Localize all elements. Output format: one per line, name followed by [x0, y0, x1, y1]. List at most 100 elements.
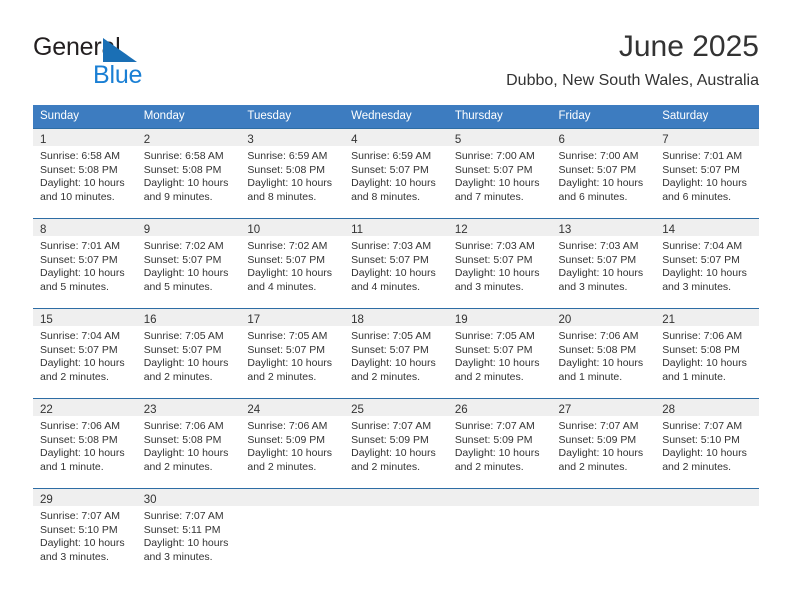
day-cell-inner — [447, 489, 552, 575]
day-number: 28 — [662, 404, 676, 416]
sunrise-text: Sunrise: 7:06 AM — [143, 420, 224, 432]
calendar-day-cell[interactable]: 25 Sunrise: 7:07 AM Sunset: 5:09 PM Dayligh… — [344, 398, 448, 489]
calendar-day-cell[interactable]: 17 Sunrise: 7:05 AM Sunset: 5:07 PM Dayligh… — [240, 308, 345, 399]
calendar-day-cell[interactable]: 1 Sunrise: 6:58 AM Sunset: 5:08 PM Daylight… — [33, 128, 137, 219]
calendar-day-cell[interactable]: 12 Sunrise: 7:03 AM Sunset: 5:07 PM Dayligh… — [447, 218, 552, 309]
calendar-day-cell[interactable]: 16 Sunrise: 7:05 AM Sunset: 5:07 PM Dayligh… — [136, 308, 241, 399]
sunrise-text: Sunrise: 7:07 AM — [662, 420, 743, 432]
day-cell-inner: 29 Sunrise: 7:07 AM Sunset: 5:10 PM Dayligh… — [33, 489, 137, 575]
sunrise-text: Sunrise: 7:02 AM — [247, 240, 328, 252]
calendar-day-cell[interactable]: 26 Sunrise: 7:07 AM Sunset: 5:09 PM Dayligh… — [447, 398, 552, 489]
sunset-text: Sunset: 5:07 PM — [247, 343, 326, 356]
day-cell-inner — [655, 489, 759, 575]
sunrise-text: Sunrise: 6:59 AM — [247, 150, 328, 162]
calendar-day-cell[interactable]: 5 Sunrise: 7:00 AM Sunset: 5:07 PM Daylight… — [447, 128, 552, 219]
brand-logo[interactable]: General Blue — [33, 32, 213, 90]
day-cell-inner: 7 Sunrise: 7:01 AM Sunset: 5:07 PM Daylight… — [655, 129, 759, 218]
daylight-text-line1: Daylight: 10 hours — [143, 177, 229, 190]
daylight-text-line1: Daylight: 10 hours — [662, 177, 747, 190]
page-title: June 2025 — [618, 30, 759, 63]
calendar-week-row: 8 Sunrise: 7:01 AM Sunset: 5:07 PM Daylight… — [33, 218, 759, 309]
day-cell-inner: 12 Sunrise: 7:03 AM Sunset: 5:07 PM Dayligh… — [447, 219, 552, 308]
weekday-header-tuesday: Tuesday — [240, 105, 345, 129]
sunset-text: Sunset: 5:07 PM — [662, 253, 740, 266]
daylight-text-line2: and 3 minutes. — [40, 550, 109, 563]
sunrise-text: Sunrise: 7:04 AM — [662, 240, 743, 252]
sunset-text: Sunset: 5:08 PM — [143, 433, 222, 446]
daylight-text-line1: Daylight: 10 hours — [454, 267, 540, 280]
calendar-day-cell[interactable]: 29 Sunrise: 7:07 AM Sunset: 5:10 PM Dayligh… — [33, 488, 137, 575]
calendar-week-row: 1 Sunrise: 6:58 AM Sunset: 5:08 PM Daylight… — [33, 128, 759, 219]
day-number: 6 — [558, 134, 565, 146]
calendar-day-cell[interactable]: 6 Sunrise: 7:00 AM Sunset: 5:07 PM Daylight… — [551, 128, 656, 219]
daylight-text-line2: and 9 minutes. — [143, 190, 213, 203]
daylight-text-line1: Daylight: 10 hours — [558, 267, 644, 280]
calendar-day-cell[interactable]: 13 Sunrise: 7:03 AM Sunset: 5:07 PM Dayligh… — [551, 218, 656, 309]
calendar-day-cell[interactable]: 30 Sunrise: 7:07 AM Sunset: 5:11 PM Dayligh… — [136, 488, 241, 575]
calendar-day-cell[interactable]: 21 Sunrise: 7:06 AM Sunset: 5:08 PM Dayligh… — [655, 308, 759, 399]
location-subtitle: Dubbo, New South Wales, Australia — [506, 72, 759, 89]
calendar-week-row: 29 Sunrise: 7:07 AM Sunset: 5:10 PM Dayligh… — [33, 488, 759, 575]
day-number-band: 10 — [240, 219, 345, 236]
calendar-day-cell[interactable]: 14 Sunrise: 7:04 AM Sunset: 5:07 PM Dayligh… — [655, 218, 759, 309]
calendar-day-cell[interactable]: 10 Sunrise: 7:02 AM Sunset: 5:07 PM Dayligh… — [240, 218, 345, 309]
sunrise-text: Sunrise: 7:06 AM — [247, 420, 328, 432]
daylight-text-line1: Daylight: 10 hours — [351, 357, 436, 370]
calendar-day-cell[interactable]: 3 Sunrise: 6:59 AM Sunset: 5:08 PM Daylight… — [240, 128, 345, 219]
day-details — [655, 506, 759, 510]
calendar-day-cell[interactable]: 20 Sunrise: 7:06 AM Sunset: 5:08 PM Dayligh… — [551, 308, 656, 399]
daylight-text-line1: Daylight: 10 hours — [558, 447, 644, 460]
triangle-flag-icon — [103, 38, 137, 62]
day-cell-inner: 6 Sunrise: 7:00 AM Sunset: 5:07 PM Daylight… — [551, 129, 656, 218]
calendar-day-cell[interactable]: 27 Sunrise: 7:07 AM Sunset: 5:09 PM Dayligh… — [551, 398, 656, 489]
daylight-text-line2: and 2 minutes. — [558, 460, 628, 473]
daylight-text-line1: Daylight: 10 hours — [40, 357, 125, 370]
daylight-text-line2: and 3 minutes. — [454, 280, 524, 293]
calendar-day-cell[interactable]: 24 Sunrise: 7:06 AM Sunset: 5:09 PM Dayligh… — [240, 398, 345, 489]
day-number-band: 7 — [655, 129, 759, 146]
calendar-day-cell-empty — [655, 488, 759, 575]
calendar-day-cell[interactable]: 7 Sunrise: 7:01 AM Sunset: 5:07 PM Daylight… — [655, 128, 759, 219]
daylight-text-line1: Daylight: 10 hours — [558, 177, 644, 190]
calendar-day-cell[interactable]: 23 Sunrise: 7:06 AM Sunset: 5:08 PM Dayligh… — [136, 398, 241, 489]
sunrise-text: Sunrise: 7:06 AM — [40, 420, 120, 432]
calendar-day-cell[interactable]: 22 Sunrise: 7:06 AM Sunset: 5:08 PM Dayligh… — [33, 398, 137, 489]
daylight-text-line1: Daylight: 10 hours — [247, 267, 333, 280]
calendar-day-cell[interactable]: 15 Sunrise: 7:04 AM Sunset: 5:07 PM Dayligh… — [33, 308, 137, 399]
day-number-band — [240, 489, 345, 506]
day-cell-inner: 1 Sunrise: 6:58 AM Sunset: 5:08 PM Daylight… — [33, 129, 137, 218]
day-details: Sunrise: 6:59 AM Sunset: 5:07 PM Daylight:… — [344, 146, 448, 204]
day-cell-inner: 2 Sunrise: 6:58 AM Sunset: 5:08 PM Daylight… — [136, 129, 241, 218]
calendar-day-cell[interactable]: 11 Sunrise: 7:03 AM Sunset: 5:07 PM Dayligh… — [344, 218, 448, 309]
sunset-text: Sunset: 5:08 PM — [662, 343, 740, 356]
calendar-week-row: 15 Sunrise: 7:04 AM Sunset: 5:07 PM Dayligh… — [33, 308, 759, 399]
calendar-day-cell[interactable]: 9 Sunrise: 7:02 AM Sunset: 5:07 PM Daylight… — [136, 218, 241, 309]
day-cell-inner — [551, 489, 656, 575]
day-number: 26 — [454, 404, 468, 416]
daylight-text-line1: Daylight: 10 hours — [143, 267, 229, 280]
day-number-band: 16 — [136, 309, 241, 326]
daylight-text-line2: and 6 minutes. — [662, 190, 732, 203]
day-details: Sunrise: 6:59 AM Sunset: 5:08 PM Daylight:… — [240, 146, 344, 204]
calendar-day-cell[interactable]: 2 Sunrise: 6:58 AM Sunset: 5:08 PM Daylight… — [136, 128, 241, 219]
day-details: Sunrise: 7:03 AM Sunset: 5:07 PM Daylight:… — [448, 236, 552, 294]
sunrise-text: Sunrise: 7:07 AM — [40, 510, 120, 522]
day-number: 30 — [143, 494, 157, 506]
day-number: 9 — [143, 224, 151, 236]
day-number: 18 — [351, 314, 364, 326]
calendar-day-cell[interactable]: 28 Sunrise: 7:07 AM Sunset: 5:10 PM Dayligh… — [655, 398, 759, 489]
daylight-text-line1: Daylight: 10 hours — [247, 177, 333, 190]
day-details: Sunrise: 7:07 AM Sunset: 5:10 PM Daylight:… — [33, 506, 137, 564]
day-number: 15 — [40, 314, 53, 326]
day-details: Sunrise: 7:01 AM Sunset: 5:07 PM Daylight:… — [33, 236, 137, 294]
day-cell-inner: 3 Sunrise: 6:59 AM Sunset: 5:08 PM Daylight… — [240, 129, 345, 218]
day-number-band: 11 — [344, 219, 448, 236]
calendar-day-cell[interactable]: 4 Sunrise: 6:59 AM Sunset: 5:07 PM Daylight… — [344, 128, 448, 219]
daylight-text-line1: Daylight: 10 hours — [247, 447, 333, 460]
calendar-day-cell[interactable]: 19 Sunrise: 7:05 AM Sunset: 5:07 PM Dayligh… — [447, 308, 552, 399]
sunrise-text: Sunrise: 7:02 AM — [143, 240, 224, 252]
daylight-text-line2: and 3 minutes. — [662, 280, 732, 293]
calendar-day-cell[interactable]: 8 Sunrise: 7:01 AM Sunset: 5:07 PM Daylight… — [33, 218, 137, 309]
daylight-text-line2: and 4 minutes. — [351, 280, 420, 293]
calendar-day-cell[interactable]: 18 Sunrise: 7:05 AM Sunset: 5:07 PM Dayligh… — [344, 308, 448, 399]
